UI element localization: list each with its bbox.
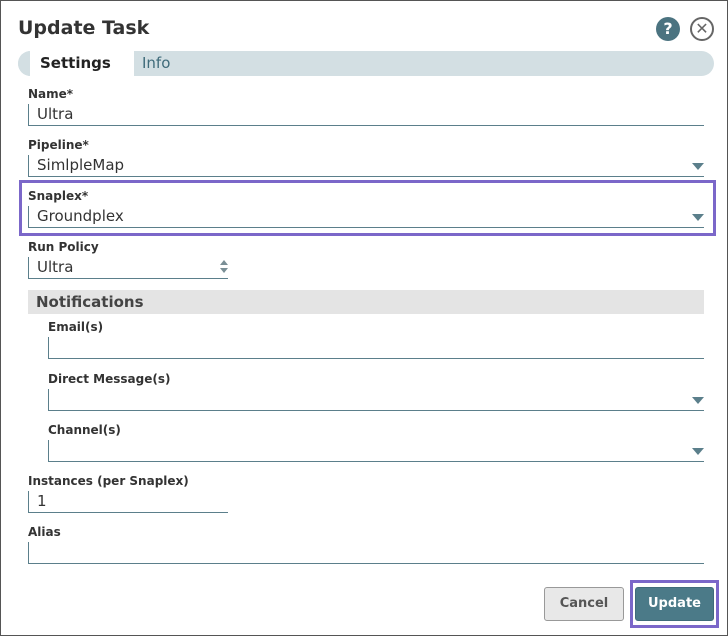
run-policy-value: Ultra: [37, 258, 74, 276]
chevron-down-icon: [692, 397, 704, 404]
notifications-header: Notifications: [28, 290, 704, 314]
name-label: Name*: [28, 87, 74, 101]
close-icon[interactable]: ✕: [690, 17, 714, 41]
stepper-down-icon: [220, 268, 228, 273]
cancel-button[interactable]: Cancel: [544, 587, 624, 621]
chevron-down-icon: [692, 214, 704, 221]
update-task-dialog: Update Task ? ✕ Settings Info Name* Ultr…: [0, 0, 728, 636]
emails-label: Email(s): [48, 320, 104, 334]
alias-label: Alias: [28, 525, 61, 539]
tab-bar: Settings Info: [18, 51, 714, 76]
chevron-down-icon: [692, 448, 704, 455]
run-policy-label: Run Policy: [28, 240, 99, 254]
pipeline-value: SimlpleMap: [37, 156, 125, 174]
tab-info[interactable]: Info: [142, 51, 170, 76]
name-value: Ultra: [37, 105, 74, 123]
alias-input[interactable]: [28, 542, 704, 564]
name-input[interactable]: Ultra: [28, 104, 704, 126]
direct-message-select[interactable]: [48, 389, 704, 411]
update-button[interactable]: Update: [635, 587, 714, 621]
snaplex-select[interactable]: Groundplex: [28, 206, 704, 228]
snaplex-value: Groundplex: [37, 207, 124, 225]
pipeline-select[interactable]: SimlpleMap: [28, 155, 704, 177]
instances-label: Instances (per Snaplex): [28, 474, 189, 488]
direct-message-label: Direct Message(s): [48, 372, 171, 386]
dialog-title: Update Task: [18, 17, 150, 39]
run-policy-select[interactable]: Ultra: [28, 257, 228, 279]
tab-settings[interactable]: Settings: [30, 51, 134, 76]
emails-input[interactable]: [48, 337, 704, 359]
stepper-up-icon: [220, 260, 228, 265]
snaplex-label: Snaplex*: [28, 189, 89, 203]
instances-input[interactable]: 1: [28, 491, 228, 513]
help-icon[interactable]: ?: [656, 17, 680, 41]
pipeline-label: Pipeline*: [28, 138, 89, 152]
chevron-down-icon: [692, 163, 704, 170]
instances-value: 1: [37, 492, 47, 510]
channel-label: Channel(s): [48, 423, 121, 437]
channel-select[interactable]: [48, 440, 704, 462]
